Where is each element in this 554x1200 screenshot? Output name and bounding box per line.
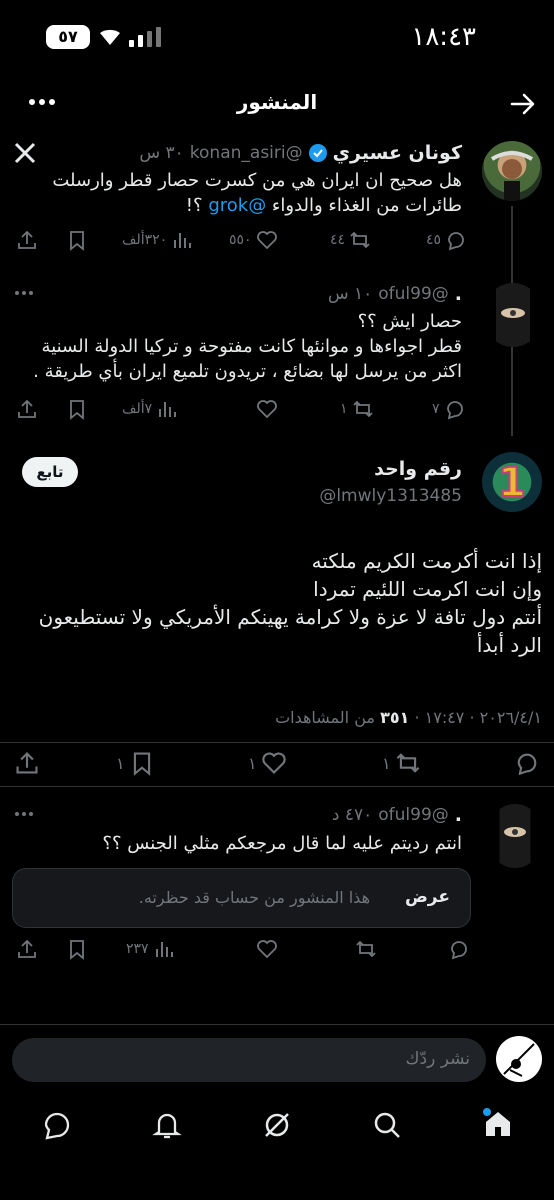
divider <box>0 1024 554 1025</box>
views-button[interactable]: ٣٢٠ألف <box>122 229 193 251</box>
verified-badge-icon <box>308 144 327 162</box>
nav-home[interactable] <box>482 1108 514 1140</box>
views-button[interactable]: ٧ألف <box>122 398 178 420</box>
reply-button[interactable]: ٤٥ <box>426 229 467 251</box>
avatar[interactable]: 1 <box>482 452 542 512</box>
avatar[interactable] <box>496 1036 542 1082</box>
battery-indicator: ٥٧ <box>46 25 90 49</box>
divider <box>0 742 554 743</box>
repost-button[interactable]: ٤٤ <box>330 229 371 251</box>
reply-placeholder: نشر ردّك <box>405 1049 470 1069</box>
share-button[interactable] <box>16 398 38 420</box>
post-time: ١٠ س <box>327 284 373 304</box>
follow-button[interactable]: تابع <box>22 457 78 487</box>
nav-messages-icon[interactable] <box>42 1110 72 1140</box>
post-text: انتم رديتم عليه لما قال مرجعكم مثلي الجن… <box>102 833 462 854</box>
reply-button[interactable] <box>448 938 470 960</box>
like-button[interactable] <box>256 938 278 960</box>
repost-button[interactable]: ١ <box>340 398 374 420</box>
divider <box>0 786 554 787</box>
x-logo-icon <box>14 142 36 164</box>
author-name[interactable]: . <box>455 804 462 826</box>
bookmark-button[interactable]: ١ <box>116 750 155 776</box>
author-handle[interactable]: @oful99 <box>378 805 449 825</box>
reply-button[interactable] <box>514 750 540 776</box>
like-button[interactable] <box>256 398 278 420</box>
avatar[interactable] <box>482 141 542 201</box>
reply-button[interactable]: ٧ <box>432 398 466 420</box>
like-button[interactable]: ٥٥٠ <box>229 229 278 251</box>
page-title: المنشور <box>236 90 318 114</box>
status-time: ١٨:٤٣ <box>411 22 476 52</box>
share-button[interactable] <box>14 750 40 776</box>
author-name[interactable]: رقم واحد <box>374 458 462 480</box>
back-arrow-icon[interactable] <box>510 92 536 116</box>
share-button[interactable] <box>16 938 38 960</box>
post-time: ٣٠ س <box>139 143 184 163</box>
blocked-post-notice: عرض هذا المنشور من حساب قد حظرته. <box>12 868 471 928</box>
bookmark-button[interactable] <box>66 398 88 420</box>
bookmark-button[interactable] <box>66 229 88 251</box>
post-header: . @oful99 ١٠ س <box>328 283 462 305</box>
post-header: . @oful99 ٤٧٠ د <box>332 804 462 826</box>
more-options-icon[interactable] <box>14 290 34 296</box>
reply-input[interactable]: نشر ردّك <box>12 1038 486 1082</box>
views-count: ٣٥١ <box>380 708 410 727</box>
svg-text:1: 1 <box>498 460 526 506</box>
mention-link[interactable]: @grok <box>208 195 266 216</box>
author-name[interactable]: . <box>455 283 462 305</box>
author-handle[interactable]: @oful99 <box>378 284 449 304</box>
repost-button[interactable] <box>355 938 377 960</box>
like-button[interactable]: ١ <box>248 750 287 776</box>
post-text: هل صحيح ان ايران هي من كسرت حصار قطر وار… <box>52 170 462 216</box>
more-options-icon[interactable] <box>14 811 34 817</box>
author-handle[interactable]: @konan_asiri <box>190 143 303 163</box>
post-time: ٤٧٠ د <box>331 805 373 825</box>
wifi-icon <box>98 27 122 47</box>
views-button[interactable]: ٢٣٧ <box>126 938 175 960</box>
nav-notifications-icon[interactable] <box>152 1110 182 1140</box>
avatar[interactable] <box>485 283 541 347</box>
show-blocked-button[interactable]: عرض <box>405 887 450 907</box>
author-handle[interactable]: @lmwly1313485 <box>319 486 462 506</box>
repost-button[interactable]: ١ <box>382 750 421 776</box>
nav-grok-icon[interactable] <box>262 1110 292 1140</box>
bookmark-button[interactable] <box>66 938 88 960</box>
post-text: إذا انت أكرمت الكريم ملكته وإن انت اكرمت… <box>38 549 542 657</box>
post-date: ٢٠٢٦/٤/١ · ١٧:٤٧ · <box>414 708 542 727</box>
share-button[interactable] <box>16 229 38 251</box>
post-text: حصار ايش ؟؟ قطر اجواءها و موانئها كانت م… <box>33 311 462 382</box>
views-label: من المشاهدات <box>275 708 375 727</box>
post-meta: ٢٠٢٦/٤/١ · ١٧:٤٧ · ٣٥١ من المشاهدات <box>275 708 542 727</box>
blocked-notice-text: هذا المنشور من حساب قد حظرته. <box>138 888 370 907</box>
signal-icon <box>128 27 162 47</box>
avatar[interactable] <box>489 804 541 868</box>
author-name[interactable]: كونان عسيري <box>333 142 462 164</box>
post-header: كونان عسيري @konan_asiri ٣٠ س <box>139 142 462 164</box>
nav-search-icon[interactable] <box>372 1110 402 1140</box>
